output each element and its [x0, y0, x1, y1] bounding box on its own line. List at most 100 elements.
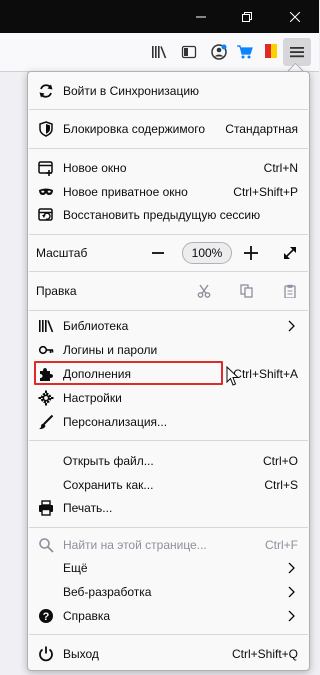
restore-session-icon	[38, 207, 54, 223]
web-developer-label: Веб-разработка	[63, 585, 152, 599]
highlight-annotation	[34, 361, 223, 385]
exit-shortcut: Ctrl+Shift+Q	[231, 647, 298, 661]
minus-icon	[152, 252, 164, 254]
separator	[29, 310, 308, 311]
sidebar-icon	[181, 45, 197, 59]
bookmark-flag-button[interactable]	[257, 38, 285, 66]
customize-label: Персонализация...	[63, 415, 168, 429]
close-icon	[290, 11, 300, 22]
separator	[29, 234, 308, 235]
menu-item-find[interactable]: Найти на этой странице... Ctrl+F	[29, 533, 308, 557]
library-button[interactable]	[145, 38, 173, 66]
menu-item-customize[interactable]: Персонализация...	[29, 410, 308, 434]
cut-button[interactable]	[188, 279, 220, 303]
sidebar-button[interactable]	[175, 38, 203, 66]
private-mask-icon	[38, 184, 54, 200]
chevron-right-icon	[288, 320, 295, 332]
zoom-label: Масштаб	[36, 246, 88, 260]
chevron-right-icon	[288, 586, 295, 598]
more-label: Ещё	[63, 561, 88, 575]
find-label: Найти на этой странице...	[63, 538, 207, 552]
menu-item-open-file[interactable]: Открыть файл... Ctrl+O	[29, 449, 308, 473]
restore-icon	[242, 11, 252, 22]
minimize-icon	[196, 16, 206, 17]
menu-item-settings[interactable]: Настройки	[29, 386, 308, 410]
clipboard-icon	[284, 284, 296, 298]
copy-button[interactable]	[231, 279, 263, 303]
content-blocking-value: Стандартная	[225, 122, 298, 136]
menu-item-zoom: Масштаб 100%	[29, 241, 308, 265]
library-icon	[38, 318, 54, 334]
account-button[interactable]	[205, 38, 233, 66]
navigation-toolbar	[0, 33, 319, 72]
separator	[29, 109, 308, 110]
menu-item-restore-session[interactable]: Восстановить предыдущую сессию	[29, 203, 308, 227]
help-label: Справка	[63, 609, 111, 623]
zoom-reset-button[interactable]: 100%	[182, 242, 232, 264]
find-shortcut: Ctrl+F	[265, 538, 298, 552]
sync-label: Войти в Синхронизацию	[63, 84, 200, 98]
menu-item-sync[interactable]: Войти в Синхронизацию	[29, 79, 308, 103]
menu-item-new-private-window[interactable]: Новое приватное окно Ctrl+Shift+P	[29, 180, 308, 204]
new-window-label: Новое окно	[63, 161, 127, 175]
cart-icon	[237, 45, 253, 59]
settings-label: Настройки	[63, 391, 122, 405]
menu-item-web-developer[interactable]: Веб-разработка	[29, 580, 308, 604]
menu-item-new-window[interactable]: Новое окно Ctrl+N	[29, 156, 308, 180]
close-window-button[interactable]	[272, 0, 318, 33]
save-as-label: Сохранить как...	[63, 478, 154, 492]
library-icon	[152, 46, 167, 59]
zoom-in-button[interactable]	[235, 241, 267, 265]
menu-item-content-blocking[interactable]: Блокировка содержимого Стандартная	[29, 117, 308, 141]
sync-icon	[38, 83, 54, 99]
cart-button[interactable]	[231, 38, 259, 66]
app-menu-panel: Войти в Синхронизацию Блокировка содержи…	[27, 71, 310, 671]
exit-label: Выход	[63, 647, 99, 661]
chevron-right-icon	[288, 562, 295, 574]
logins-label: Логины и пароли	[63, 343, 158, 357]
open-menu-button[interactable]	[283, 38, 311, 66]
menu-item-logins[interactable]: Логины и пароли	[29, 338, 308, 362]
window-titlebar	[0, 0, 319, 33]
mouse-cursor-icon	[226, 366, 240, 386]
zoom-out-button[interactable]	[142, 241, 174, 265]
paste-button[interactable]	[274, 279, 306, 303]
open-file-label: Открыть файл...	[63, 454, 154, 468]
new-window-icon	[38, 160, 54, 176]
menu-item-print[interactable]: Печать...	[29, 496, 308, 520]
separator	[29, 148, 308, 149]
search-icon	[38, 537, 54, 553]
menu-item-edit: Правка	[29, 279, 308, 303]
minimize-button[interactable]	[178, 0, 224, 33]
svg-text:?: ?	[43, 611, 50, 623]
separator	[29, 634, 308, 635]
menu-item-help[interactable]: ? Справка	[29, 604, 308, 628]
edit-label: Правка	[36, 284, 77, 298]
content-blocking-label: Блокировка содержимого	[63, 122, 206, 136]
chevron-right-icon	[288, 610, 295, 622]
bookmark-flag-icon	[265, 44, 277, 58]
printer-icon	[38, 500, 54, 516]
menu-item-more[interactable]: Ещё	[29, 556, 308, 580]
menu-item-library[interactable]: Библиотека	[29, 314, 308, 338]
scissors-icon	[197, 284, 211, 298]
addons-shortcut: Ctrl+Shift+A	[233, 367, 298, 381]
separator	[29, 440, 308, 441]
menu-item-exit[interactable]: Выход Ctrl+Shift+Q	[29, 642, 308, 666]
account-icon	[211, 44, 227, 60]
help-icon: ?	[38, 608, 54, 624]
separator	[29, 527, 308, 528]
shield-icon	[38, 121, 54, 137]
restore-button[interactable]	[224, 0, 270, 33]
library-label: Библиотека	[63, 319, 129, 333]
gear-icon	[38, 390, 54, 406]
menu-item-save-as[interactable]: Сохранить как... Ctrl+S	[29, 473, 308, 497]
fullscreen-button[interactable]	[274, 241, 306, 265]
copy-icon	[240, 284, 253, 298]
fullscreen-icon	[284, 247, 296, 259]
key-icon	[38, 342, 54, 358]
new-private-window-label: Новое приватное окно	[63, 185, 188, 199]
new-window-shortcut: Ctrl+N	[263, 161, 298, 175]
restore-session-label: Восстановить предыдущую сессию	[63, 208, 261, 222]
print-label: Печать...	[63, 501, 113, 515]
